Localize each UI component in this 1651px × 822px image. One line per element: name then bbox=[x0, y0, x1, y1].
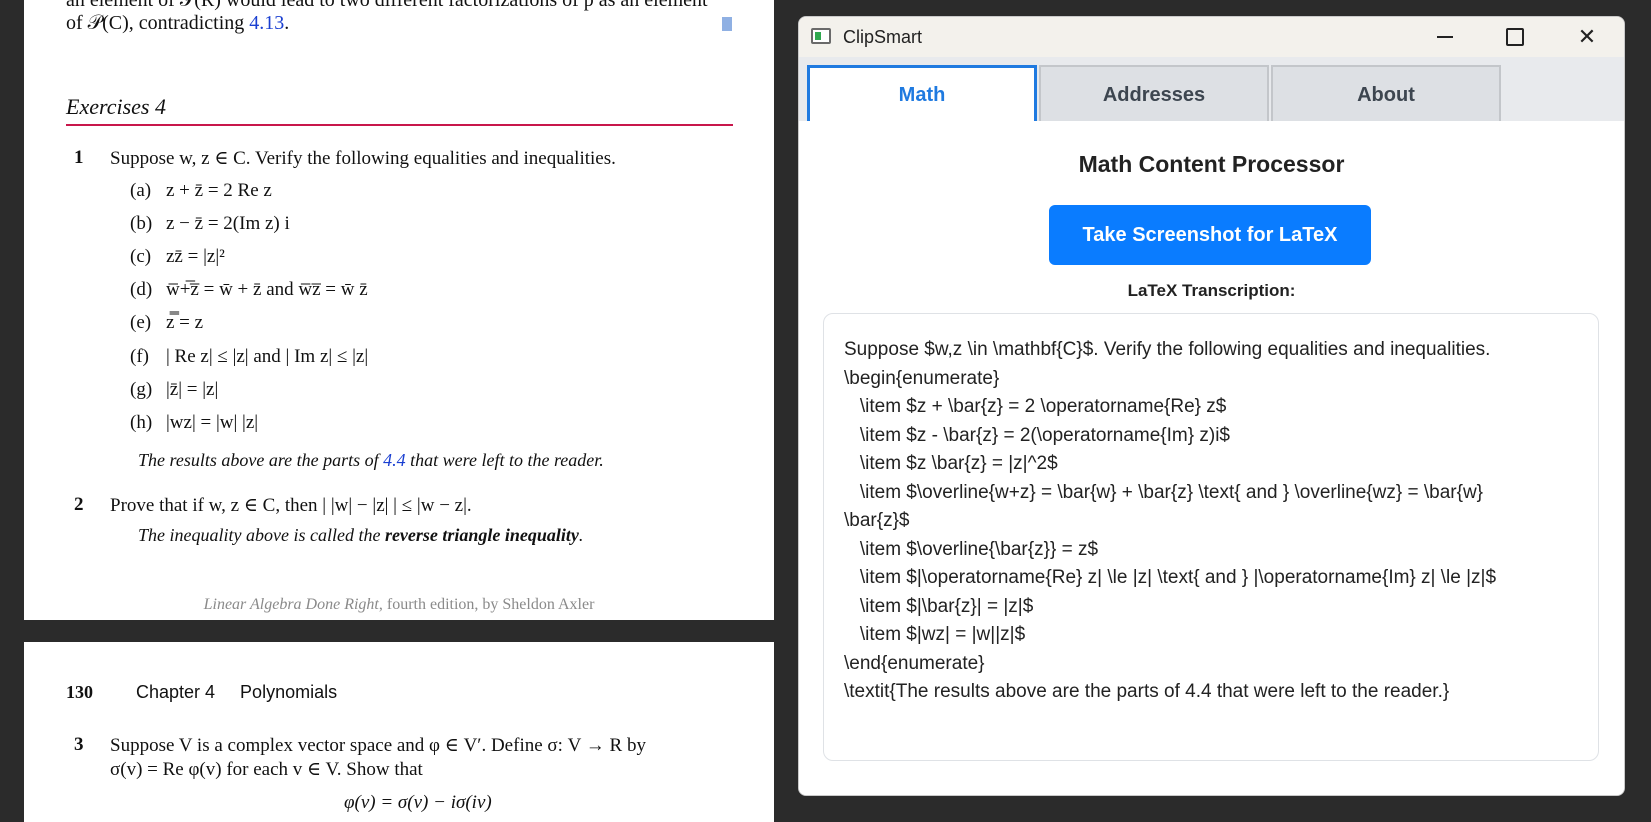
question-2-text: Prove that if w, z ∈ C, then | |w| − |z|… bbox=[110, 495, 472, 516]
panel-heading: Math Content Processor bbox=[1078, 151, 1345, 177]
q1-item-g: (g) |z̄| = |z| bbox=[130, 379, 218, 401]
question-3-line-2: σ(v) = Re φ(v) for each v ∈ V. Show that bbox=[110, 759, 423, 780]
question-3-equation: φ(v) = σ(v) − iσ(iv) bbox=[344, 792, 492, 813]
q1-item-d: (d) w̅+̅z̅ = w̄ + z̄ and w̅z̅ = w̄ z̄ bbox=[130, 279, 368, 301]
q1-item-e: (e) z̿ = z bbox=[130, 312, 203, 334]
q1-item-b: (b) z − z̄ = 2(Im z) i bbox=[130, 213, 290, 235]
pdf-page-130: 130 Chapter 4 Polynomials 3 Suppose V is… bbox=[24, 642, 774, 822]
item-label: (c) bbox=[130, 246, 152, 267]
tab-bar: Math Addresses About bbox=[799, 57, 1624, 123]
item-text: w̅+̅z̅ = w̄ + z̄ and w̅z̅ = w̄ z̄ bbox=[166, 279, 368, 300]
window-title: ClipSmart bbox=[843, 27, 923, 47]
pdf-page: an element of 𝒫(R) would lead to two dif… bbox=[24, 0, 774, 620]
tab-addresses[interactable]: Addresses bbox=[1039, 65, 1269, 123]
q1-item-a: (a) z + z̄ = 2 Re z bbox=[130, 180, 272, 202]
pdf-contradiction-line: of 𝒫(C), contradicting 4.13. bbox=[66, 12, 289, 35]
item-label: (f) bbox=[130, 346, 149, 367]
ref-link-4-13[interactable]: 4.13 bbox=[249, 12, 284, 34]
pdf-cut-line: an element of 𝒫(R) would lead to two dif… bbox=[66, 0, 708, 11]
item-text: z + z̄ = 2 Re z bbox=[166, 180, 272, 201]
minimize-icon bbox=[1437, 36, 1453, 38]
question-3-number: 3 bbox=[74, 734, 84, 755]
close-button[interactable]: ✕ bbox=[1557, 17, 1617, 57]
item-text: | Re z| ≤ |z| and | Im z| ≤ |z| bbox=[166, 346, 369, 367]
q1-item-h: (h) |wz| = |w| |z| bbox=[130, 412, 258, 434]
minimize-button[interactable] bbox=[1415, 17, 1475, 57]
app-icon bbox=[811, 28, 831, 44]
maximize-icon bbox=[1506, 28, 1524, 46]
footer-book-title: Linear Algebra Done Right bbox=[203, 596, 379, 613]
question-3-line-1: Suppose V is a complex vector space and … bbox=[110, 735, 646, 756]
footer-edition: , fourth edition, by Sheldon Axler bbox=[378, 596, 595, 613]
latex-output-text[interactable]: Suppose $w,z \in \mathbf{C}$. Verify the… bbox=[844, 336, 1584, 707]
q2-note: The inequality above is called the rever… bbox=[138, 525, 583, 546]
ref-link-4-4[interactable]: 4.4 bbox=[383, 450, 406, 470]
item-label: (b) bbox=[130, 213, 153, 234]
tab-math[interactable]: Math bbox=[807, 65, 1037, 123]
note-text: The results above are the parts of bbox=[138, 450, 384, 470]
chapter-header: Chapter 4 Polynomials bbox=[136, 682, 338, 702]
tab-about[interactable]: About bbox=[1271, 65, 1501, 123]
page-footer: Linear Algebra Done Right, fourth editio… bbox=[24, 596, 774, 614]
contradiction-text: of 𝒫(C), contradicting bbox=[66, 12, 250, 34]
exercises-rule bbox=[66, 124, 733, 126]
item-label: (h) bbox=[130, 412, 153, 433]
q1-item-f: (f) | Re z| ≤ |z| and | Im z| ≤ |z| bbox=[130, 346, 368, 368]
item-text: z − z̄ = 2(Im z) i bbox=[166, 213, 290, 234]
item-label: (a) bbox=[130, 180, 152, 201]
item-label: (e) bbox=[130, 312, 152, 333]
q1-note: The results above are the parts of 4.4 t… bbox=[138, 450, 604, 471]
page-marker-icon bbox=[722, 17, 732, 31]
maximize-button[interactable] bbox=[1485, 17, 1545, 57]
item-text: z̿ = z bbox=[166, 312, 204, 333]
exercises-heading: Exercises 4 bbox=[66, 94, 166, 119]
transcription-label: LaTeX Transcription: bbox=[1127, 281, 1296, 300]
note-bold-term: reverse triangle inequality bbox=[384, 525, 579, 545]
note-text: The inequality above is called the bbox=[138, 525, 385, 545]
item-text: |wz| = |w| |z| bbox=[166, 412, 259, 433]
clipsmart-window: ClipSmart ✕ Math Addresses About Math Co… bbox=[798, 16, 1625, 796]
item-label: (d) bbox=[130, 279, 153, 300]
note-suffix: that were left to the reader. bbox=[405, 450, 604, 470]
note-suffix: . bbox=[578, 525, 584, 545]
item-label: (g) bbox=[130, 379, 153, 400]
item-text: |z̄| = |z| bbox=[166, 379, 219, 400]
question-1-number: 1 bbox=[74, 147, 84, 168]
question-2-number: 2 bbox=[74, 494, 84, 515]
title-bar[interactable]: ClipSmart ✕ bbox=[799, 17, 1624, 57]
contradiction-suffix: . bbox=[284, 12, 290, 34]
item-text: zz̄ = |z|² bbox=[166, 246, 225, 267]
take-screenshot-button[interactable]: Take Screenshot for LaTeX bbox=[1049, 205, 1371, 265]
close-icon: ✕ bbox=[1577, 24, 1597, 49]
math-panel: Math Content Processor Take Screenshot f… bbox=[799, 121, 1624, 795]
question-1-text: Suppose w, z ∈ C. Verify the following e… bbox=[110, 148, 616, 169]
latex-output-box[interactable]: Suppose $w,z \in \mathbf{C}$. Verify the… bbox=[823, 313, 1599, 761]
q1-item-c: (c) zz̄ = |z|² bbox=[130, 246, 225, 268]
page-number: 130 bbox=[66, 682, 93, 702]
